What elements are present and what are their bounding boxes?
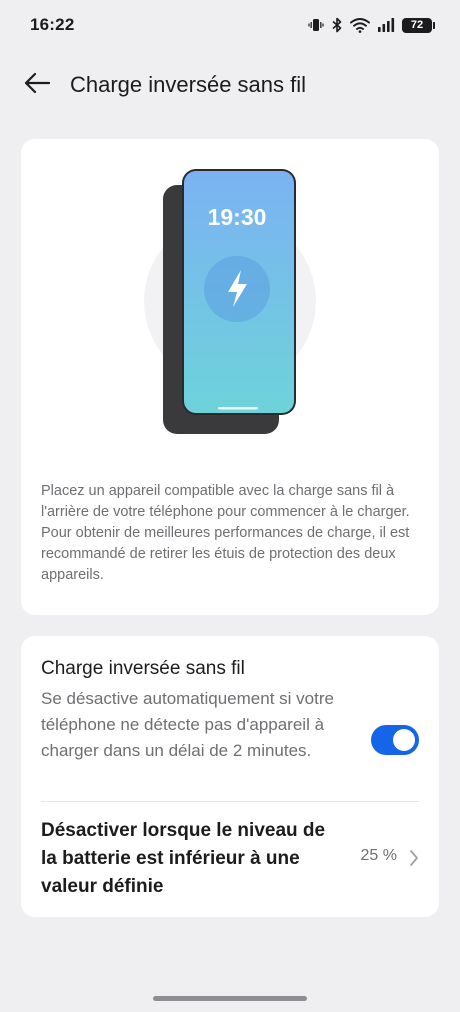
gesture-navigation-handle[interactable] [153,996,307,1001]
battery-threshold-row[interactable]: Désactiver lorsque le niveau de la batte… [41,817,419,901]
settings-card: Charge inversée sans fil Se désactive au… [21,636,439,917]
toggle-knob [393,729,415,751]
battery-level: 72 [410,19,424,31]
wifi-icon [350,17,370,33]
back-arrow-icon [23,71,51,100]
app-bar: Charge inversée sans fil [0,62,460,108]
vibrate-icon [308,17,324,33]
reverse-charging-row: Charge inversée sans fil Se désactive au… [41,656,419,804]
status-bar: 16:22 72 [0,0,460,50]
reverse-charging-illustration: 19:30 [144,169,316,434]
instructions-text: Placez un appareil compatible avec la ch… [41,483,410,583]
page-title: Charge inversée sans fil [70,72,307,97]
battery-threshold-title: Désactiver lorsque le niveau de la batte… [41,820,326,897]
phone-home-indicator [218,407,258,410]
bluetooth-icon [331,17,343,33]
status-time: 16:22 [30,15,75,34]
back-button[interactable] [14,62,60,108]
illustration-card: 19:30 Placez un appareil compatible avec… [21,139,439,615]
reverse-charging-description: Se désactive automatiquement si votre té… [41,689,334,760]
status-icons: 72 [308,17,435,33]
cellular-signal-icon [377,17,395,33]
chevron-right-icon [409,849,419,872]
divider [41,801,419,802]
battery-threshold-value: 25 % [360,847,397,864]
phone-clock: 19:30 [208,204,267,230]
reverse-charging-title: Charge inversée sans fil [41,658,245,679]
battery-icon: 72 [402,17,435,33]
reverse-charging-toggle[interactable] [371,725,419,755]
